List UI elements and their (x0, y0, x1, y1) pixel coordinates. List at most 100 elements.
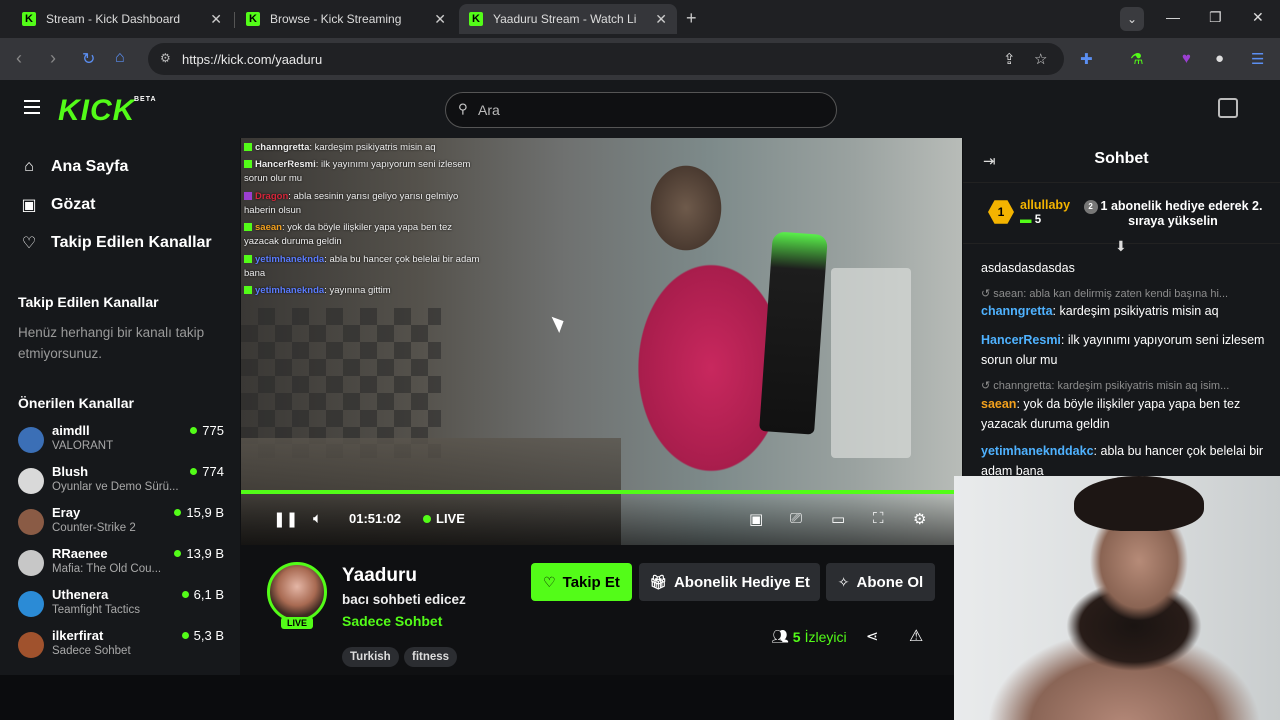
live-dot-icon (181, 591, 189, 598)
sidebar: ⌂ Ana Sayfa ▣ Gözat ♡ Takip Edilen Kanal… (0, 138, 240, 675)
video-player[interactable]: channgretta: kardeşim psikiyatris misin … (241, 138, 962, 545)
menu-icon[interactable]: ☰ (1251, 50, 1264, 68)
hamburger-menu-icon[interactable] (24, 100, 40, 114)
stream-tag[interactable]: Turkish (342, 647, 399, 667)
viewer-stats: 👥︎ 5 İzleyici (771, 628, 847, 645)
browse-icon: ▣ (21, 197, 37, 214)
webcam-overlay (954, 476, 1280, 720)
tab-search-icon[interactable]: ⌄ (1120, 7, 1144, 31)
chat-username[interactable]: channgretta (981, 304, 1053, 318)
stream-category-link[interactable]: Sadece Sohbet (342, 613, 442, 629)
reply-icon: ↺ (981, 288, 994, 300)
overlay-chat-text: : yayınına gittim (324, 285, 391, 296)
gift-icon: ▬ (1020, 214, 1035, 226)
overlay-chat-line: HancerResmi: ilk yayınımı yapıyorum seni… (244, 158, 489, 186)
viewer-count: 5 (792, 628, 801, 645)
close-tab-icon[interactable]: ✕ (434, 11, 446, 28)
chat-badge-icon (244, 286, 252, 294)
browser-tab-browse[interactable]: K Browse - Kick Streaming ✕ (236, 4, 456, 34)
back-icon[interactable]: ‹ (16, 48, 22, 69)
live-dot-icon (174, 550, 182, 557)
gift-icon: 🎁︎ (649, 573, 667, 590)
channel-avatar[interactable] (267, 562, 327, 622)
site-header: KICK BETA ⚲ Ara (0, 80, 1280, 138)
leaderboard-user[interactable]: allullaby (1020, 198, 1070, 212)
settings-gear-icon[interactable]: ⚙ (913, 510, 926, 528)
chat-message: channgretta: kardeşim psikiyatris misin … (981, 301, 1271, 321)
search-input[interactable]: ⚲ Ara (445, 92, 837, 128)
site-info-icon[interactable]: ⚙ (160, 51, 171, 65)
browser-tab-dashboard[interactable]: K Stream - Kick Dashboard ✕ (12, 4, 232, 34)
followed-empty-text: Henüz herhangi bir kanalı takip etmiyors… (18, 325, 205, 361)
close-tab-icon[interactable]: ✕ (210, 11, 222, 28)
url-text: https://kick.com/yaaduru (182, 51, 323, 67)
overlay-chat-line: saean: yok da böyle ilişkiler yapa yapa … (244, 221, 489, 249)
avatar (18, 550, 44, 576)
overlay-chat-user: saean (255, 222, 282, 233)
chat-badge-icon (244, 143, 252, 151)
pause-icon[interactable]: ❚❚ (273, 510, 298, 528)
live-label: LIVE (436, 511, 465, 526)
live-dot-icon (181, 632, 189, 639)
sidebar-item-label: Takip Edilen Kanallar (51, 234, 212, 251)
extensions-icon[interactable]: ✚ (1080, 50, 1093, 68)
recommended-channel[interactable]: aimdll VALORANT 775 (18, 423, 228, 459)
tab-title: Browse - Kick Streaming (270, 12, 402, 26)
recommended-channel[interactable]: Blush Oyunlar ve Demo Sürü... 774 (18, 464, 228, 500)
live-dot-icon (174, 509, 182, 516)
maximize-icon[interactable]: ❐ (1209, 9, 1222, 26)
lab-icon[interactable]: ⚗ (1130, 50, 1143, 68)
leaderboard-message-text: 1 abonelik hediye ederek 2. sıraya yükse… (1100, 199, 1263, 228)
close-window-icon[interactable]: ✕ (1252, 9, 1264, 26)
share-page-icon[interactable]: ⇪ (1003, 50, 1016, 68)
viewer-count-value: 15,9 B (186, 505, 224, 520)
chat-title: Sohbet (1094, 150, 1149, 167)
address-bar[interactable]: ⚙ https://kick.com/yaaduru (148, 43, 1064, 75)
mini-player-icon[interactable] (1218, 98, 1238, 118)
minimize-icon[interactable]: — (1166, 9, 1180, 25)
expand-leaderboard-icon[interactable]: ⬇ (1115, 238, 1127, 255)
extension-purple-icon[interactable]: ♥ (1182, 50, 1191, 67)
home-icon[interactable]: ⌂ (115, 49, 125, 67)
sidebar-item-following[interactable]: ♡ Takip Edilen Kanallar (20, 233, 212, 253)
chat-username[interactable]: yetimhaneknddakc (981, 444, 1094, 458)
recommended-channel[interactable]: ilkerfirat Sadece Sohbet 5,3 B (18, 628, 228, 664)
forward-icon[interactable]: › (50, 48, 56, 69)
recommended-channel[interactable]: Uthenera Teamfight Tactics 6,1 B (18, 587, 228, 623)
channel-category: Mafia: The Old Cou... (52, 563, 162, 575)
clip-icon[interactable]: ⎚ (790, 510, 802, 527)
theater-mode-icon[interactable]: ▭ (831, 510, 845, 528)
kick-logo[interactable]: KICK BETA (58, 94, 156, 128)
sidebar-item-home[interactable]: ⌂ Ana Sayfa (20, 158, 128, 176)
viewer-count: 775 (190, 423, 224, 438)
close-tab-icon[interactable]: ✕ (655, 11, 667, 28)
share-icon[interactable]: ⋖ (866, 627, 879, 645)
follow-button[interactable]: ♡ Takip Et (531, 563, 632, 601)
channel-category: Sadece Sohbet (52, 645, 131, 657)
viewers-icon: 👥︎ (771, 628, 789, 644)
gift-subscription-button[interactable]: 🎁︎ Abonelik Hediye Et (639, 563, 820, 601)
channel-category: VALORANT (52, 440, 114, 452)
fullscreen-icon[interactable]: ⛶ (873, 510, 884, 527)
volume-icon[interactable]: 🔈︎ (313, 510, 322, 527)
stream-tag[interactable]: fitness (404, 647, 458, 667)
new-tab-icon[interactable]: + (686, 8, 697, 29)
channel-name[interactable]: Yaaduru (342, 565, 417, 587)
profile-icon[interactable]: ● (1215, 50, 1224, 67)
chat-username[interactable]: saean (981, 397, 1016, 411)
bookmark-icon[interactable]: ☆ (1034, 50, 1047, 68)
chat-badge-icon (244, 160, 252, 168)
report-warning-icon[interactable]: ⚠ (909, 626, 923, 646)
webcam-person-hair (1074, 476, 1204, 531)
recommended-channel[interactable]: Eray Counter-Strike 2 15,9 B (18, 505, 228, 541)
miniplayer-icon[interactable]: ▣ (749, 510, 763, 528)
recommended-channel[interactable]: RRaenee Mafia: The Old Cou... 13,9 B (18, 546, 228, 582)
browser-tab-stream[interactable]: K Yaaduru Stream - Watch Li ✕ (459, 4, 677, 34)
search-icon: ⚲ (458, 101, 468, 116)
subscribe-button[interactable]: ✧ Abone Ol (826, 563, 935, 601)
chat-username[interactable]: HancerResmi (981, 333, 1061, 347)
sidebar-item-browse[interactable]: ▣ Gözat (20, 195, 95, 215)
reload-icon[interactable]: ↻ (82, 49, 95, 69)
avatar (18, 591, 44, 617)
reply-icon: ↺ (981, 380, 994, 392)
